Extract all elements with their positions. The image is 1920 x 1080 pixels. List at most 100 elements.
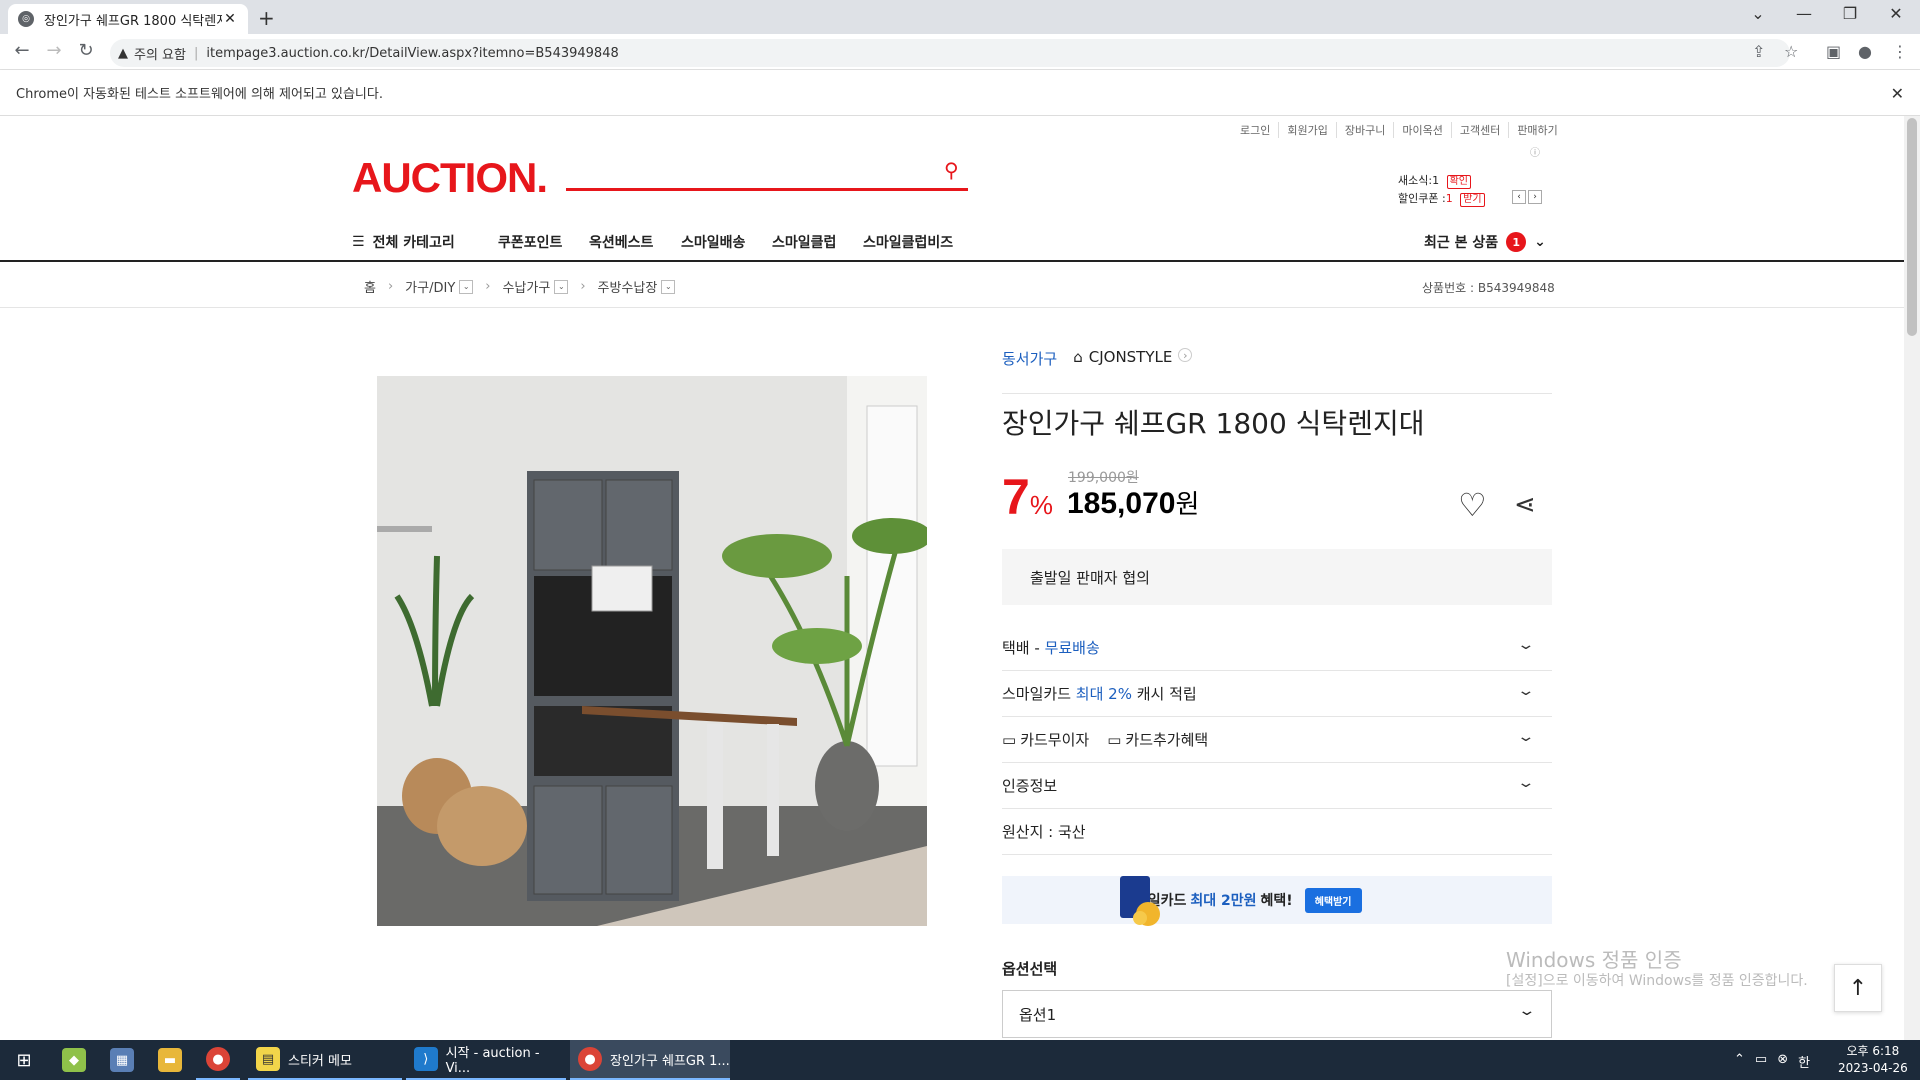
chevron-down-icon: ⌄ <box>1516 729 1536 745</box>
discount-rate: 7% <box>1002 469 1053 525</box>
search-input[interactable] <box>566 188 968 191</box>
card-benefit-label: 카드추가혜택 <box>1125 731 1209 749</box>
side-panel-icon[interactable]: ▣ <box>1826 42 1841 61</box>
windows-start-icon[interactable]: ⊞ <box>0 1040 48 1080</box>
new-tab-button[interactable]: + <box>258 6 275 30</box>
search-icon[interactable]: ⚲ <box>944 158 959 182</box>
bookmark-star-icon[interactable]: ☆ <box>1784 42 1798 61</box>
coupon-button[interactable]: 받기 <box>1460 193 1485 207</box>
info-icon[interactable]: ⓘ <box>1530 144 1540 159</box>
clock-date: 2023-04-26 <box>1838 1061 1908 1075</box>
infobar-close-icon[interactable]: ✕ <box>1891 84 1904 103</box>
forward-icon[interactable]: → <box>42 40 66 61</box>
new-alert-button[interactable]: 확인 <box>1446 175 1471 189</box>
warning-icon: ▲ <box>118 45 128 61</box>
menu-icon[interactable]: ⋮ <box>1892 42 1908 61</box>
volume-muted-icon[interactable]: ⊗ <box>1777 1052 1788 1071</box>
windows-watermark-text: [설정]으로 이동하여 Windows를 정품 인증합니다. <box>1506 973 1808 989</box>
prev-icon[interactable]: ‹ <box>1512 190 1526 204</box>
coupon-count: 1 <box>1445 192 1453 205</box>
share-icon[interactable]: ⋖ <box>1514 490 1536 520</box>
util-link-signup[interactable]: 회원가입 <box>1278 122 1335 138</box>
smilecard-row[interactable]: 스마일카드 최대 2% 캐시 적립 ⌄ <box>1002 671 1552 717</box>
browser-tab[interactable]: ◎ 장인가구 쉐프GR 1800 식탁렌지 ✕ <box>8 4 248 34</box>
menu-smile-club-biz[interactable]: 스마일클럽비즈 <box>863 232 953 252</box>
photos-app-icon[interactable]: ▦ <box>100 1040 144 1080</box>
category-link[interactable]: 동서가구 <box>1002 348 1057 369</box>
address-bar[interactable]: ▲ 주의 요함 | itempage3.auction.co.kr/Detail… <box>110 39 1790 67</box>
chevron-down-icon: ⌄ <box>1516 775 1536 791</box>
breadcrumb-storage[interactable]: 수납가구 <box>502 277 550 296</box>
profile-icon[interactable]: ● <box>1858 42 1872 61</box>
chevron-down-icon: ⌄ <box>1534 234 1546 250</box>
scrollbar-thumb[interactable] <box>1907 118 1917 336</box>
card-benefit-row[interactable]: ▭ 카드무이자 ▭ 카드추가혜택 ⌄ <box>1002 717 1552 763</box>
taskbar-sticky-notes[interactable]: ▤ 스티커 메모 <box>248 1040 402 1080</box>
utility-links: 로그인 회원가입 장바구니 마이옥션 고객센터 판매하기 <box>1232 122 1566 138</box>
taskbar-chrome-window[interactable]: ● 장인가구 쉐프GR 1... <box>570 1040 730 1080</box>
shop-line: 동서가구 ⌂ CJONSTYLE › <box>1002 348 1552 394</box>
menu-coupon-point[interactable]: 쿠폰포인트 <box>498 232 562 252</box>
cert-row[interactable]: 인증정보 ⌄ <box>1002 763 1552 809</box>
util-link-login[interactable]: 로그인 <box>1232 122 1278 138</box>
global-nav: ☰ 전체 카테고리 쿠폰포인트 옥션베스트 스마일배송 스마일클럽 스마일클럽비… <box>0 222 1904 262</box>
next-icon[interactable]: › <box>1528 190 1542 204</box>
tab-search-icon[interactable]: ⌄ <box>1738 4 1778 23</box>
back-icon[interactable]: ← <box>10 40 34 61</box>
close-window-button[interactable]: ✕ <box>1876 4 1916 23</box>
breadcrumb-home[interactable]: 홈 <box>364 277 376 296</box>
share-page-icon[interactable]: ⇪ <box>1752 42 1765 61</box>
file-explorer-icon[interactable]: ▬ <box>148 1040 192 1080</box>
new-alert-label: 새소식: <box>1398 174 1433 187</box>
mini-notice: 새소식:1 확인 할인쿠폰 :1 받기 <box>1398 172 1485 208</box>
smilecard-banner[interactable]: 스마일카드 최대 2만원 혜택! 혜택받기 <box>1002 876 1552 924</box>
ship-info-box: 출발일 판매자 협의 <box>1002 549 1552 605</box>
minimize-button[interactable]: — <box>1784 4 1824 23</box>
util-link-myauction[interactable]: 마이옥션 <box>1393 122 1450 138</box>
maps-app-icon[interactable]: ◆ <box>52 1040 96 1080</box>
breadcrumb-kitchen[interactable]: 주방수납장 <box>598 277 658 296</box>
menu-auction-best[interactable]: 옥션베스트 <box>589 232 653 252</box>
product-image[interactable] <box>377 376 927 926</box>
dropdown-icon[interactable]: ⌄ <box>459 279 474 294</box>
chevron-right-icon[interactable]: › <box>1178 348 1193 362</box>
home-icon: ⌂ <box>1073 348 1083 366</box>
wishlist-heart-icon[interactable]: ♡ <box>1458 486 1487 524</box>
hamburger-icon: ☰ <box>352 234 365 250</box>
option-label: 옵션선택 <box>1002 960 1058 978</box>
chevron-down-icon: ⌄ <box>1517 1003 1537 1019</box>
breadcrumb-furniture[interactable]: 가구/DIY <box>405 277 455 296</box>
option-select[interactable]: 옵션1 ⌄ <box>1002 990 1552 1038</box>
restore-button[interactable]: ❐ <box>1830 4 1870 23</box>
chrome-app-icon[interactable]: ● <box>196 1040 240 1080</box>
taskbar: ⊞ ◆ ▦ ▬ ● ▤ 스티커 메모 ⟩ 시작 - auction - Vi... … <box>0 1040 1920 1080</box>
dropdown-icon[interactable]: ⌄ <box>661 279 676 294</box>
web-page: 로그인 회원가입 장바구니 마이옥션 고객센터 판매하기 ⓘ AUCTION. … <box>0 116 1904 1040</box>
reload-icon[interactable]: ↻ <box>74 40 98 61</box>
free-shipping: 무료배송 <box>1044 639 1100 657</box>
chrome-icon: ● <box>578 1047 602 1071</box>
tray-chevron-up-icon[interactable]: ⌃ <box>1734 1052 1745 1071</box>
recent-items-button[interactable]: 최근 본 상품 1 ⌄ <box>1424 232 1546 252</box>
network-icon[interactable]: ▭ <box>1755 1052 1767 1071</box>
card-icon: ▭ <box>1002 730 1017 749</box>
scroll-top-button[interactable]: ↑ <box>1834 964 1882 1012</box>
all-category-button[interactable]: ☰ 전체 카테고리 <box>352 232 455 252</box>
util-link-support[interactable]: 고객센터 <box>1450 122 1508 138</box>
url-text: itempage3.auction.co.kr/DetailView.aspx?… <box>206 45 619 61</box>
ime-icon[interactable]: 한 <box>1798 1052 1810 1071</box>
taskbar-vscode[interactable]: ⟩ 시작 - auction - Vi... <box>406 1040 566 1080</box>
util-link-cart[interactable]: 장바구니 <box>1335 122 1393 138</box>
delivery-row[interactable]: 택배 - 무료배송 ⌄ <box>1002 625 1552 671</box>
taskbar-clock[interactable]: 오후 6:18 2023-04-26 <box>1838 1043 1908 1077</box>
benefit-button[interactable]: 혜택받기 <box>1304 887 1362 913</box>
vscode-icon: ⟩ <box>414 1047 438 1071</box>
recent-label: 최근 본 상품 <box>1424 235 1499 251</box>
menu-smile-delivery[interactable]: 스마일배송 <box>681 232 745 252</box>
close-tab-icon[interactable]: ✕ <box>222 11 238 27</box>
util-link-sell[interactable]: 판매하기 <box>1508 122 1565 138</box>
menu-smile-club[interactable]: 스마일클럽 <box>772 232 836 252</box>
dropdown-icon[interactable]: ⌄ <box>554 279 569 294</box>
auction-logo[interactable]: AUCTION. <box>352 154 548 202</box>
store-link[interactable]: CJONSTYLE <box>1089 348 1173 366</box>
